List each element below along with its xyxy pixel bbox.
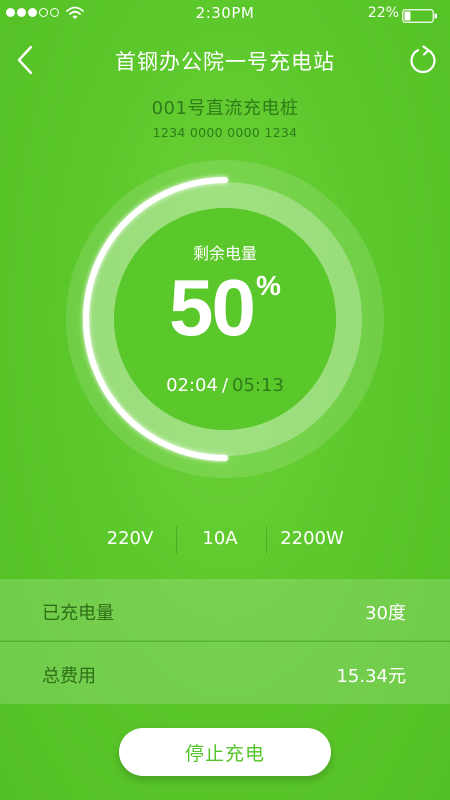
page-title: 首钢办公院一号充电站 [115,50,335,74]
total-fee-label: 总费用 [42,666,96,687]
pile-name: 001号直流充电桩 [151,98,299,119]
refresh-icon [410,45,436,74]
current-value: 10A [202,528,238,549]
gauge-label: 剩余电量 [192,244,257,263]
charged-amount-row: 已充电量 30度 [0,579,450,641]
total-time: 05:13 [232,375,284,396]
elapsed-time: 02:04 [166,375,218,396]
total-fee-value: 15.34元 [336,666,406,687]
time-separator: / [221,375,229,396]
electrical-stats: 220V 10A 2200W [0,522,450,556]
stat-divider [266,526,267,554]
status-bar: 2:30PM 22% [0,0,450,30]
stop-charging-button[interactable]: 停止充电 [119,728,331,776]
percent-unit: % [256,270,281,301]
battery-gauge: 剩余电量 50% 02:04/05:13 [66,160,384,478]
nav-bar: 首钢办公院一号充电站 [0,38,450,82]
battery-icon [402,8,438,27]
charged-amount-value: 30度 [365,603,406,624]
voltage-value: 220V [106,528,154,549]
pile-number: 1234 0000 0000 1234 [152,125,298,140]
gauge-value: 50% [66,268,384,348]
battery-percent-value: 50 [169,263,256,352]
total-fee-row: 总费用 15.34元 [0,642,450,704]
battery-percentage: 22% [367,5,399,21]
stat-divider [176,526,177,554]
power-value: 2200W [280,528,344,549]
refresh-button[interactable] [406,42,440,78]
charged-amount-label: 已充电量 [42,603,114,624]
charge-time: 02:04/05:13 [66,375,384,396]
